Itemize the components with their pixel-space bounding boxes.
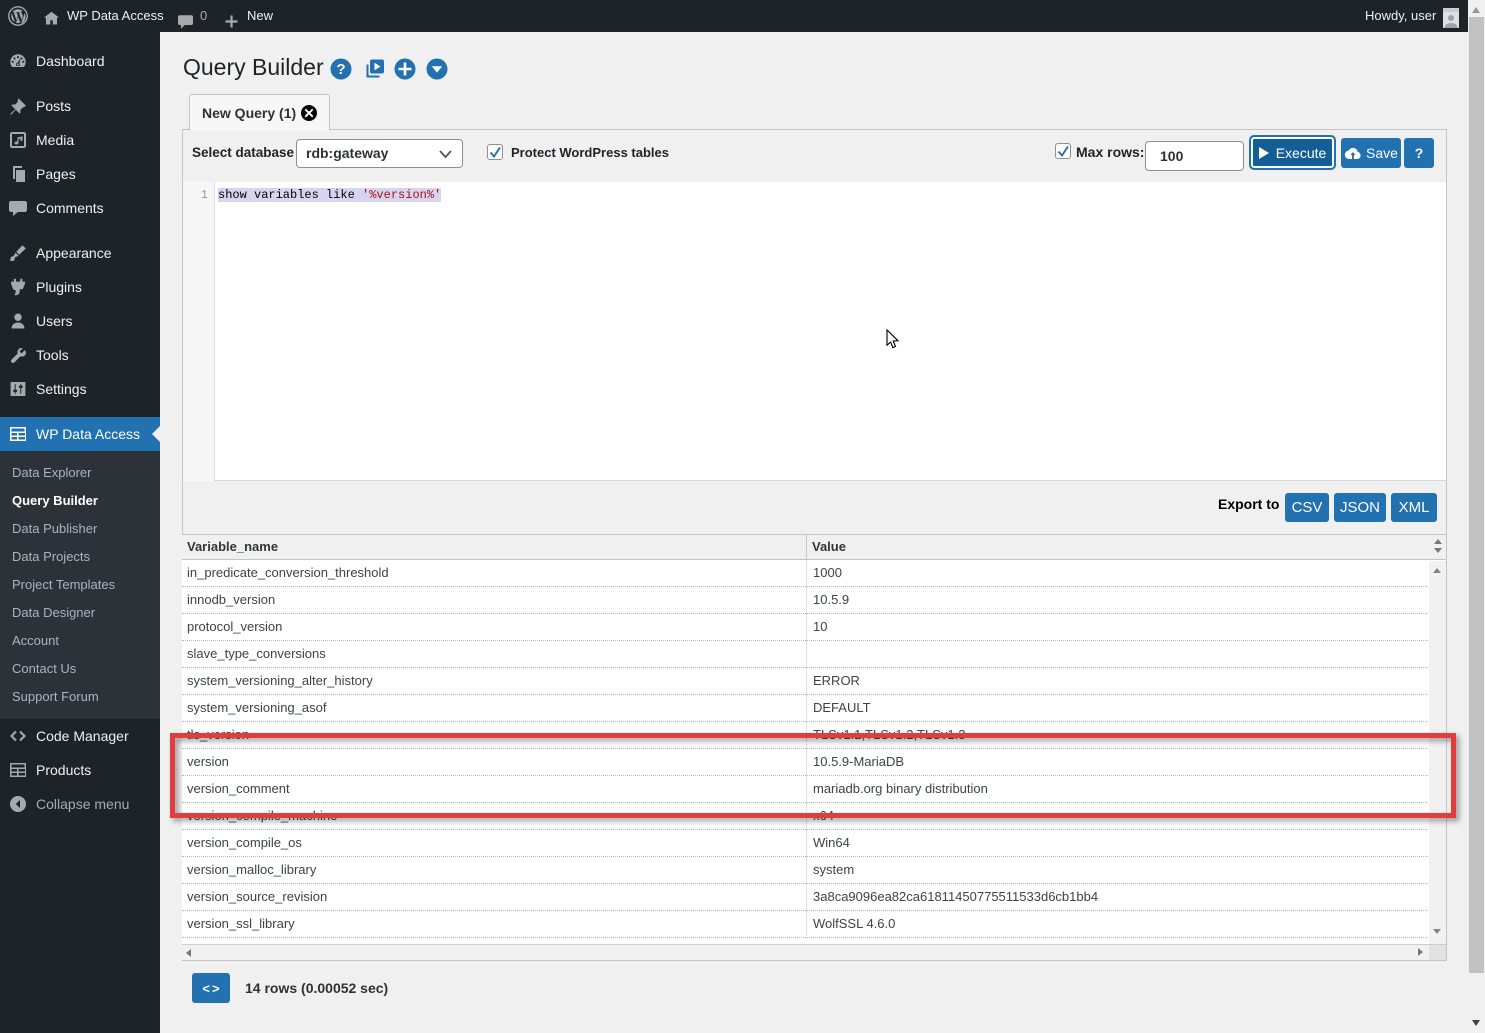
svg-text:?: ? <box>336 61 345 78</box>
